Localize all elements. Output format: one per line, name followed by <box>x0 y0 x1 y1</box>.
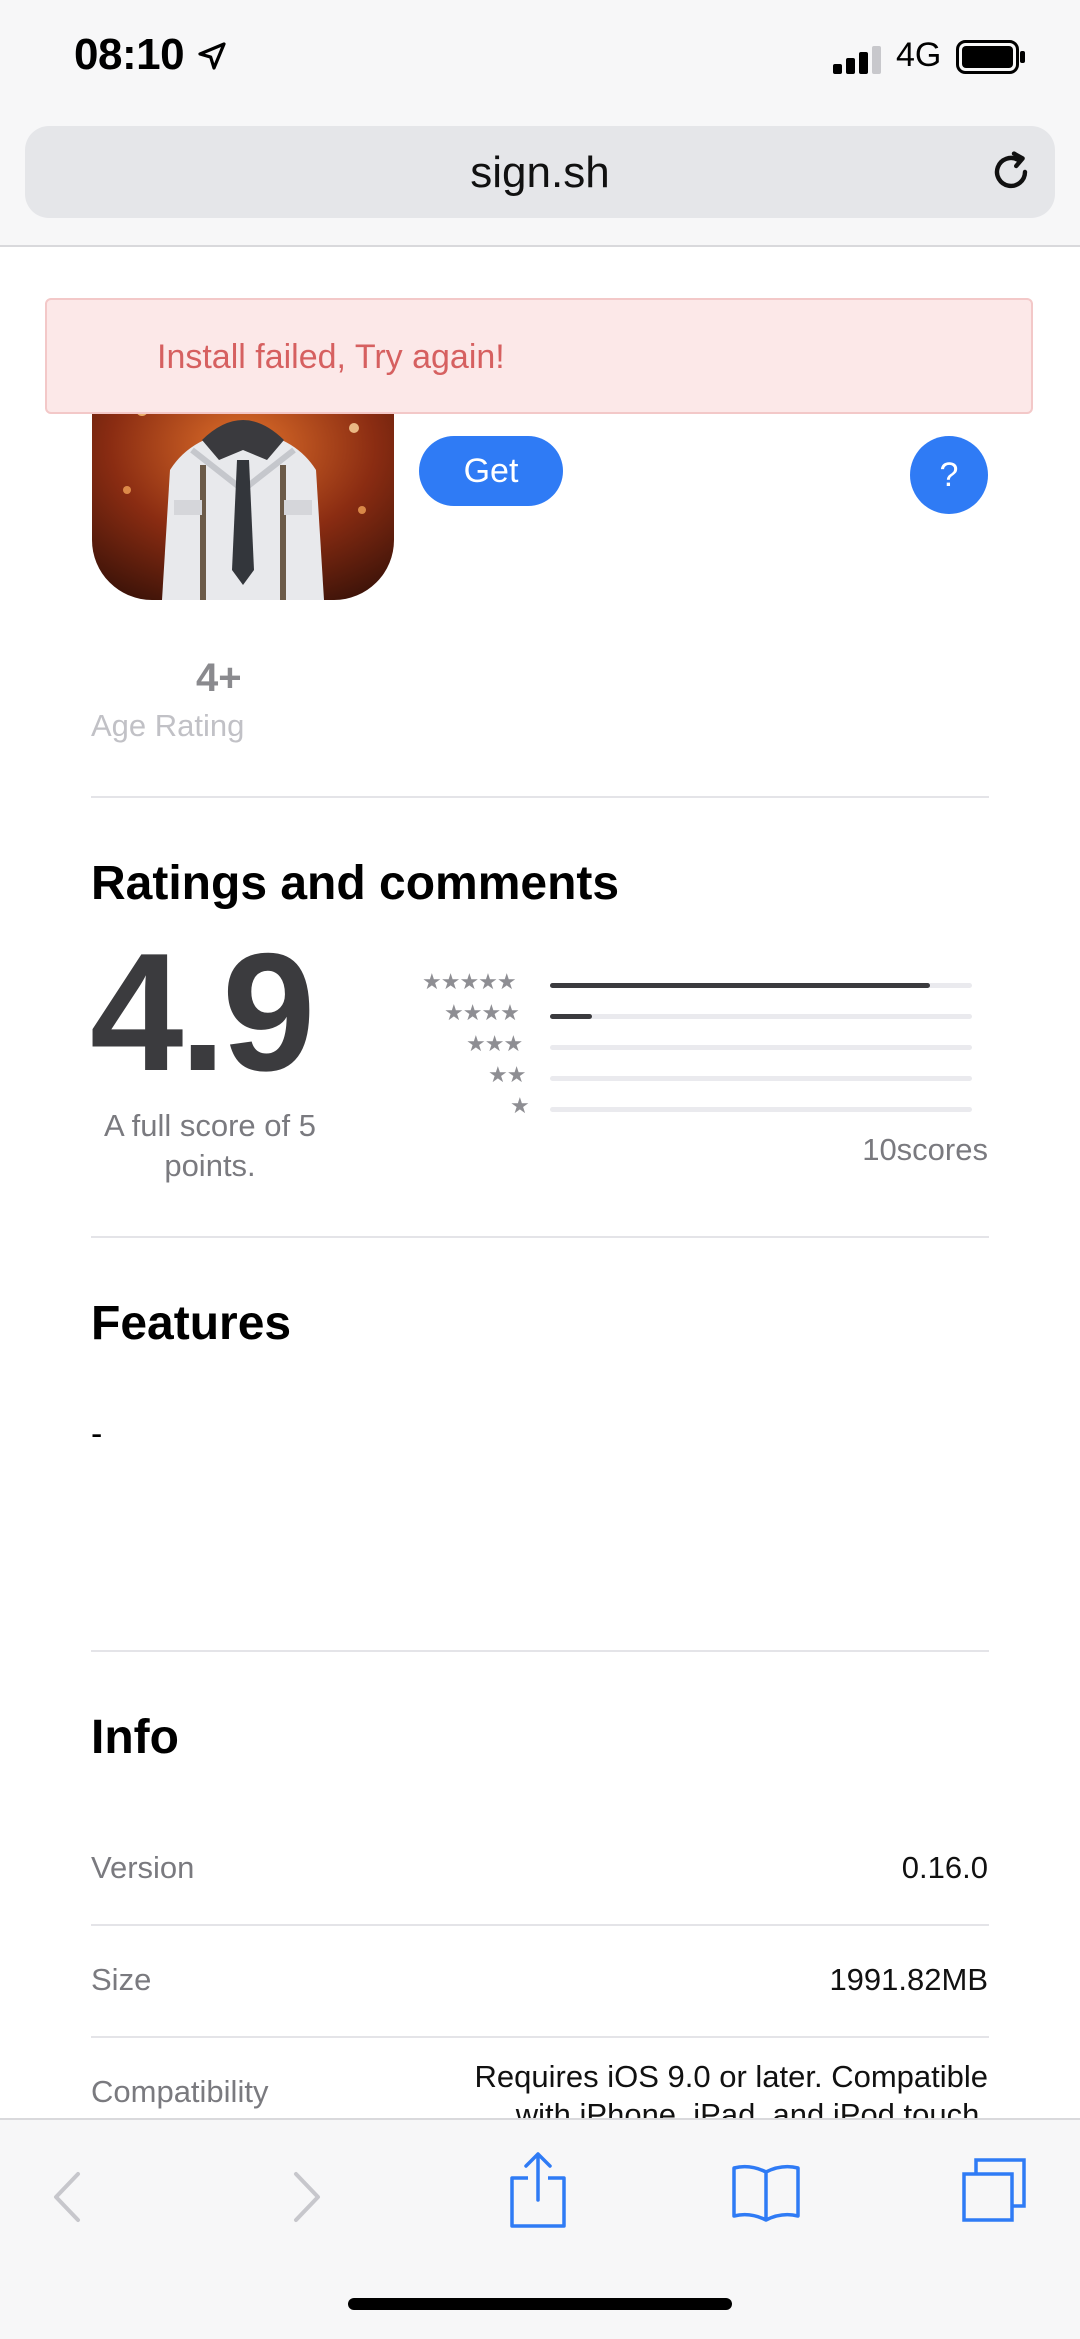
info-divider <box>91 2036 989 2038</box>
home-indicator[interactable] <box>348 2298 732 2310</box>
age-rating-label: Age Rating <box>91 708 245 743</box>
cellular-signal-icon <box>833 46 881 74</box>
rating-bar-track <box>550 1014 972 1019</box>
rating-row: ★ <box>420 1093 972 1121</box>
info-title: Info <box>91 1711 179 1764</box>
network-type: 4G <box>896 36 942 74</box>
features-title: Features <box>91 1297 292 1350</box>
divider <box>91 796 989 798</box>
rating-stars: ★★★★ <box>444 1000 520 1025</box>
rating-bar-track <box>550 1045 972 1050</box>
battery-icon <box>956 40 1025 74</box>
rating-bar-track <box>550 1107 972 1112</box>
url-text[interactable]: sign.sh <box>25 148 1055 198</box>
rating-bar-track <box>550 983 972 988</box>
rating-stars: ★★ <box>488 1062 526 1087</box>
rating-count: 10scores <box>862 1132 988 1167</box>
location-arrow-icon <box>198 42 226 70</box>
rating-bar-fill <box>550 983 930 988</box>
info-key-compatibility: Compatibility <box>91 2074 269 2109</box>
info-value-size: 1991.82MB <box>829 1962 988 1997</box>
info-key-size: Size <box>91 1962 152 1997</box>
rating-stars: ★ <box>510 1093 530 1118</box>
divider <box>91 1650 989 1652</box>
rating-bar-fill <box>550 1014 593 1019</box>
tabs-icon[interactable] <box>958 2156 1030 2226</box>
address-bar-container: sign.sh <box>0 120 1080 247</box>
install-failed-alert[interactable]: Install failed, Try again! <box>45 298 1033 414</box>
help-button[interactable]: ? <box>910 436 988 514</box>
age-rating-value: 4+ <box>196 656 242 700</box>
bookmarks-icon[interactable] <box>730 2162 802 2222</box>
divider <box>91 1236 989 1238</box>
back-icon[interactable] <box>50 2170 84 2224</box>
address-bar[interactable]: sign.sh <box>25 126 1055 218</box>
rating-row: ★★★ <box>420 1031 972 1059</box>
status-bar: 08:10 4G <box>0 0 1080 120</box>
status-time: 08:10 <box>74 30 185 79</box>
features-text: - <box>91 1415 103 1453</box>
score-caption: A full score of 5 points. <box>104 1108 316 1183</box>
info-key-version: Version <box>91 1850 195 1885</box>
rating-bar-track <box>550 1076 972 1081</box>
rating-row: ★★★★★ <box>420 969 972 997</box>
reload-icon[interactable] <box>987 148 1035 196</box>
info-divider <box>91 1924 989 1926</box>
share-icon[interactable] <box>508 2150 568 2230</box>
ratings-title: Ratings and comments <box>91 857 620 910</box>
rating-row: ★★★★ <box>420 1000 972 1028</box>
rating-stars: ★★★★★ <box>422 969 517 994</box>
alert-message: Install failed, Try again! <box>157 338 505 376</box>
rating-stars: ★★★ <box>466 1031 523 1056</box>
rating-row: ★★ <box>420 1062 972 1090</box>
forward-icon[interactable] <box>290 2170 324 2224</box>
get-button[interactable]: Get <box>419 436 563 506</box>
info-value-version: 0.16.0 <box>901 1850 988 1885</box>
average-score: 4.9 <box>90 918 316 1106</box>
